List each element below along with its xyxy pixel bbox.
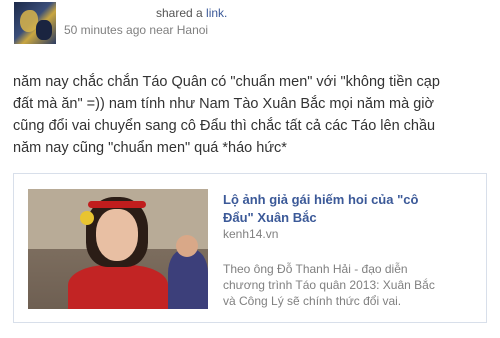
status-line: đất mà ăn" =)) nam tính như Nam Tào Xuân…: [13, 96, 435, 112]
attachment-description-line: Theo ông Đỗ Thanh Hải - đạo diễn: [223, 262, 408, 276]
thumb-figure: [168, 249, 208, 309]
shared-prefix: shared a: [156, 6, 203, 20]
post-container: shared a link. 50 minutes ago near Hanoi…: [0, 0, 500, 338]
attachment-description-line: và Công Lý sẽ chính thức đổi vai.: [223, 294, 402, 308]
status-text: năm nay chắc chắn Táo Quân có "chuẩn men…: [13, 71, 493, 159]
user-avatar[interactable]: [14, 2, 56, 44]
status-line: năm nay cũng "chuẩn men" quá *háo hức*: [13, 140, 287, 156]
attachment-title-line[interactable]: Lộ ảnh giả gái hiếm hoi của "cô: [223, 191, 473, 209]
attachment-description-line: chương trình Táo quân 2013: Xuân Bắc: [223, 278, 435, 292]
shared-link[interactable]: link.: [206, 6, 227, 20]
avatar-image-detail: [36, 20, 52, 40]
attachment-title-link[interactable]: Lộ ảnh giả gái hiếm hoi của "cô Đẩu" Xuâ…: [223, 191, 473, 227]
thumb-figure: [68, 265, 168, 309]
attachment-description: Theo ông Đỗ Thanh Hải - đạo diễn chương …: [223, 261, 478, 309]
status-line: năm nay chắc chắn Táo Quân có "chuẩn men…: [13, 74, 440, 90]
link-attachment[interactable]: Lộ ảnh giả gái hiếm hoi của "cô Đẩu" Xuâ…: [13, 173, 487, 323]
attachment-thumbnail[interactable]: [28, 189, 208, 309]
thumb-figure: [88, 201, 146, 208]
status-line: cũng đổi vai chuyển sang cô Đẩu thì chắc…: [13, 118, 436, 134]
thumb-figure: [80, 211, 94, 225]
thumb-figure: [176, 235, 198, 257]
thumb-figure: [96, 209, 138, 261]
shared-line: shared a link.: [156, 6, 227, 20]
attachment-title-line[interactable]: Đẩu" Xuân Bắc: [223, 209, 473, 227]
attachment-domain: kenh14.vn: [223, 227, 279, 241]
post-timestamp[interactable]: 50 minutes ago near Hanoi: [64, 23, 208, 37]
